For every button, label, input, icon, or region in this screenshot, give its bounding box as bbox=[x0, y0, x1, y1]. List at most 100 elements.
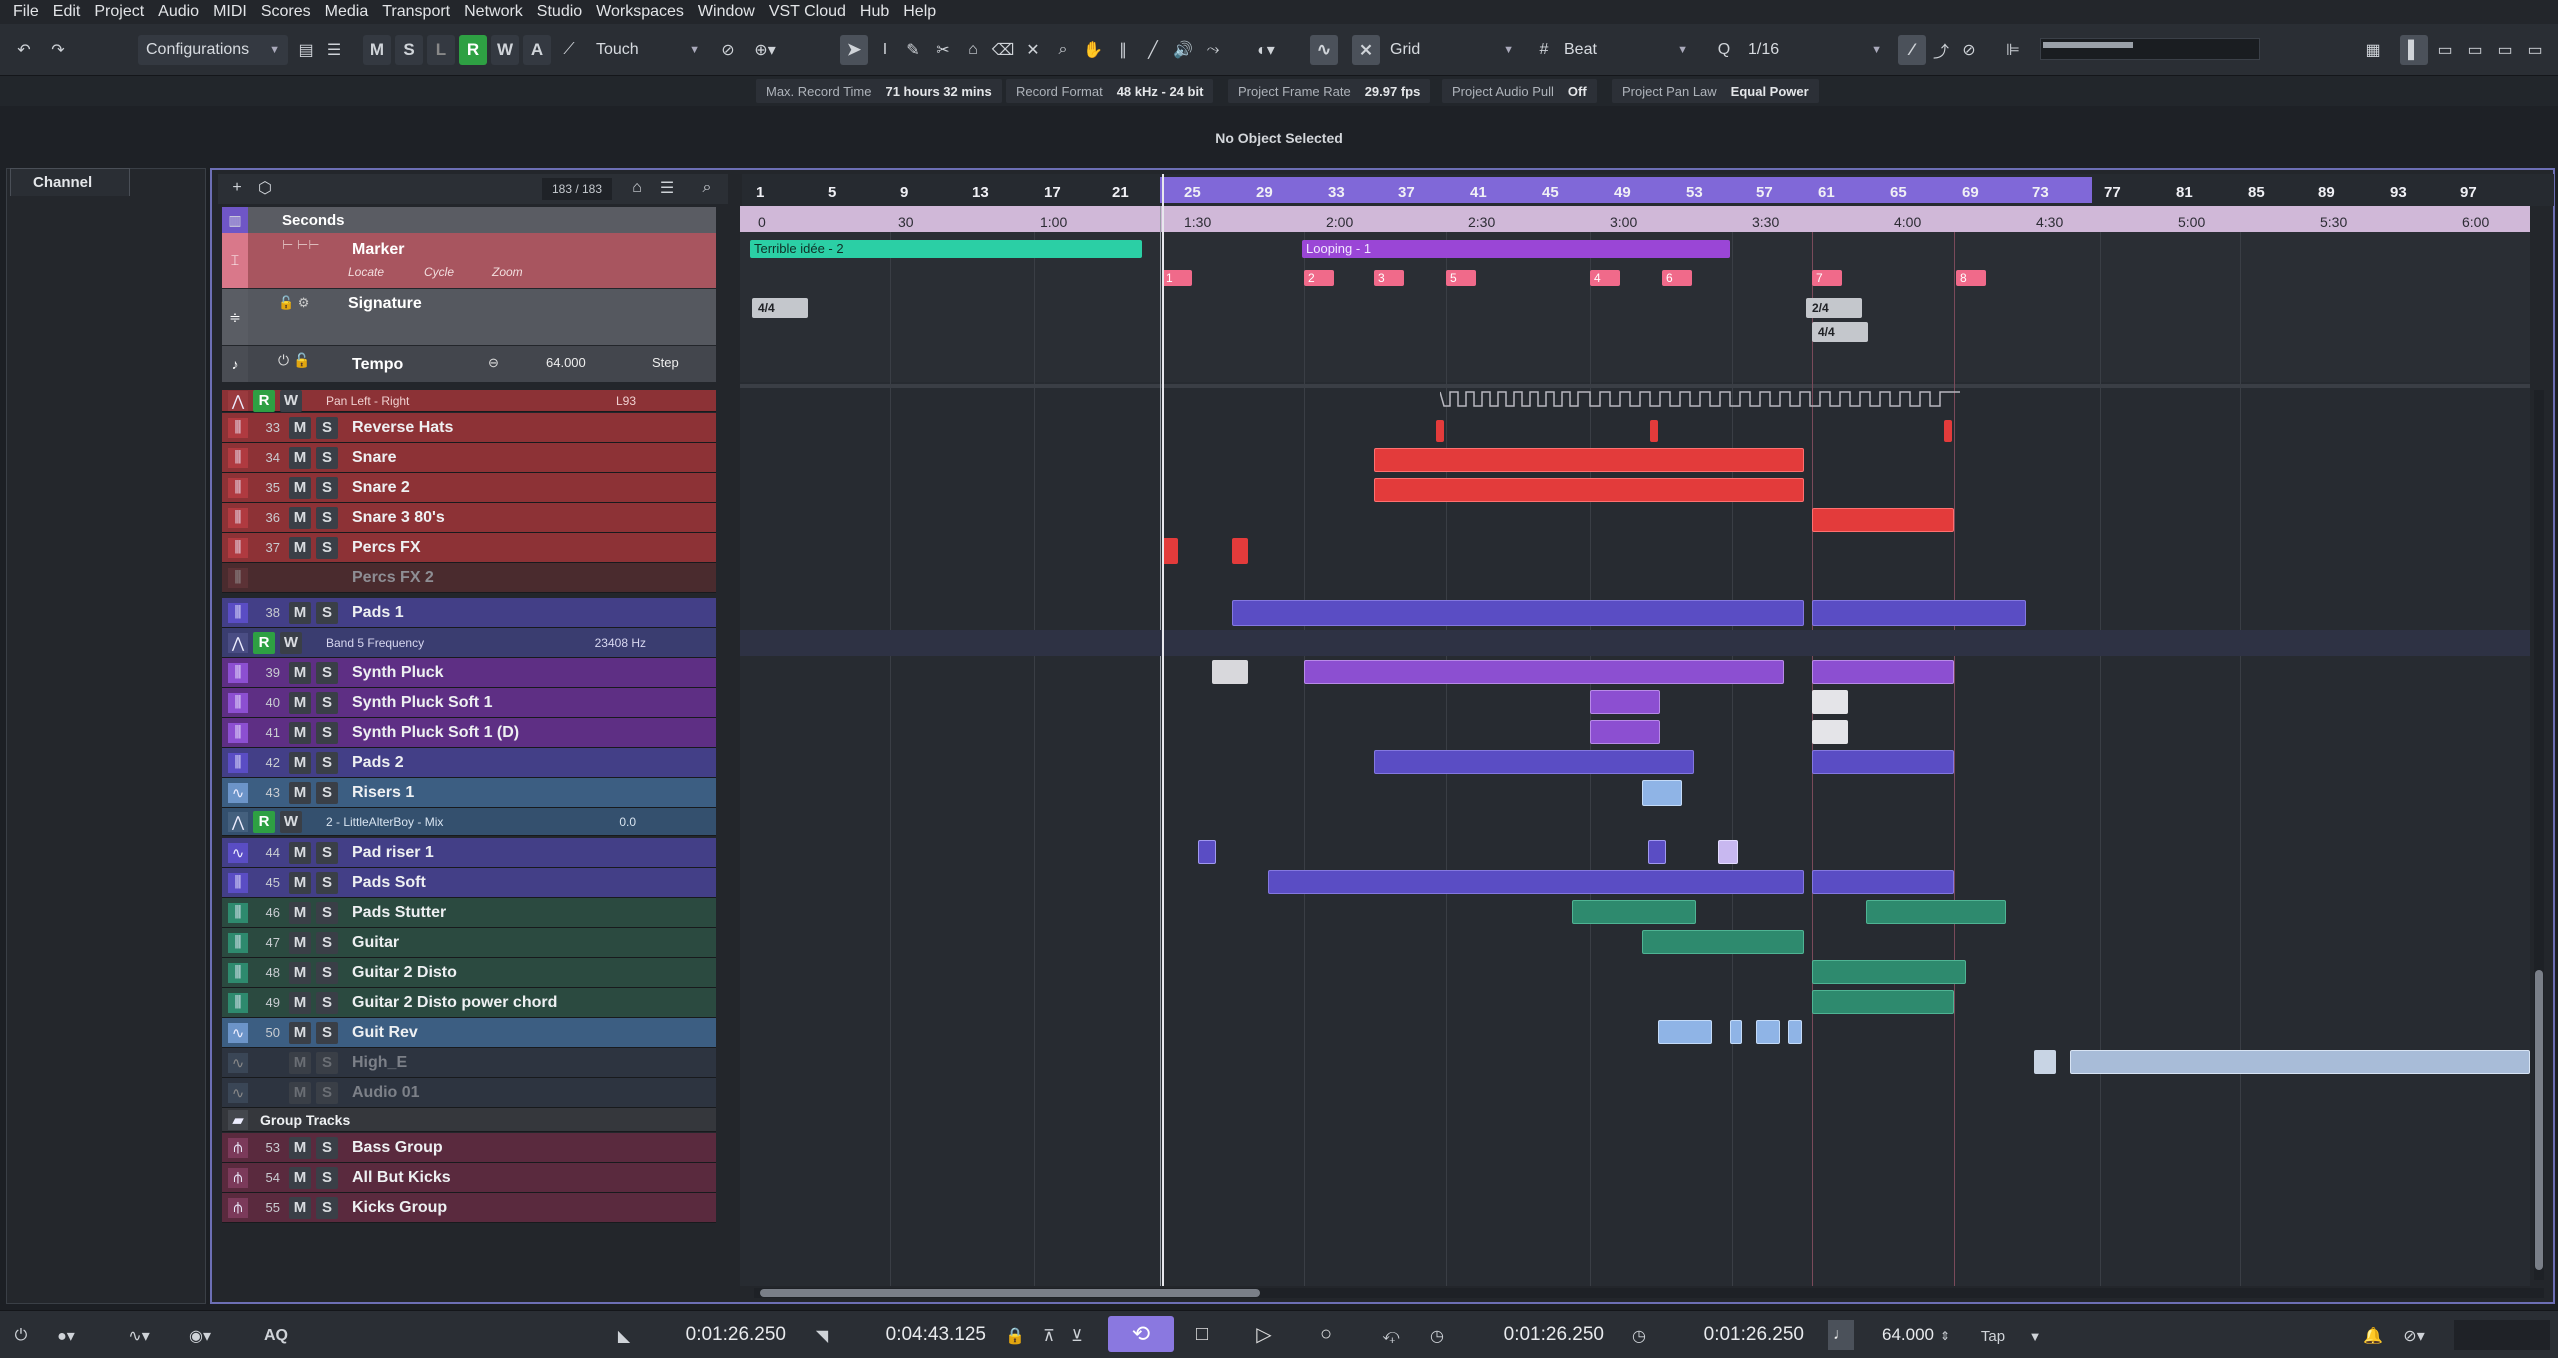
track-name[interactable]: Guit Rev bbox=[352, 1024, 418, 1042]
activate-global-button[interactable]: A bbox=[523, 35, 551, 65]
click-icon[interactable]: 🔔 bbox=[2360, 1320, 2386, 1352]
solo-button[interactable]: S bbox=[316, 536, 338, 559]
mute-tool-icon[interactable]: ✕ bbox=[1020, 34, 1046, 66]
solo-button[interactable]: S bbox=[316, 1166, 338, 1189]
grid-type-dropdown[interactable]: Beat ▼ bbox=[1556, 35, 1696, 65]
solo-button[interactable]: S bbox=[316, 1051, 338, 1074]
marker-cycle-dropdown[interactable]: Cycle bbox=[424, 265, 454, 279]
mute-button[interactable]: M bbox=[289, 721, 311, 744]
audio-event[interactable] bbox=[1648, 840, 1666, 864]
track-row[interactable]: ⫼ 49 M S Guitar 2 Disto power chord bbox=[222, 988, 716, 1018]
track-name[interactable]: Percs FX bbox=[352, 539, 420, 557]
mute-button[interactable]: M bbox=[289, 781, 311, 804]
right-zone-toggle-icon[interactable]: ▭ bbox=[2462, 34, 2488, 66]
go-to-marker-icon[interactable]: ⤽ bbox=[1378, 1320, 1404, 1352]
mute-button[interactable]: M bbox=[289, 536, 311, 559]
solo-button[interactable]: S bbox=[316, 1021, 338, 1044]
position-marker[interactable]: 1 bbox=[1162, 270, 1192, 286]
window-layout-icon[interactable]: ▤ bbox=[294, 34, 318, 66]
mute-button[interactable]: M bbox=[289, 841, 311, 864]
midi-part[interactable] bbox=[1866, 900, 2006, 924]
mute-global-button[interactable]: M bbox=[363, 35, 391, 65]
tempo-value[interactable]: 64.000 bbox=[546, 355, 586, 370]
primary-time-display[interactable]: 0:01:26.250 bbox=[1452, 1320, 1604, 1350]
folder-name[interactable]: Group Tracks bbox=[260, 1112, 350, 1128]
mute-button[interactable]: M bbox=[289, 931, 311, 954]
project-setup-icon[interactable]: ▦ bbox=[2360, 34, 2386, 66]
draw-tool-icon[interactable]: ✎ bbox=[900, 34, 926, 66]
add-track-icon[interactable]: + bbox=[226, 172, 248, 204]
mute-button[interactable]: M bbox=[289, 1166, 311, 1189]
quantize-apply-icon[interactable]: ⤴ bbox=[1928, 34, 1954, 66]
midi-part[interactable] bbox=[1304, 660, 1784, 684]
mute-button[interactable]: M bbox=[289, 691, 311, 714]
midi-part[interactable] bbox=[1590, 690, 1660, 714]
automation-value[interactable]: L93 bbox=[616, 394, 636, 408]
racks-toggle-icon[interactable]: ▭ bbox=[2492, 34, 2518, 66]
midi-part[interactable] bbox=[1812, 600, 2026, 626]
mute-button[interactable]: M bbox=[289, 601, 311, 624]
position-marker[interactable]: 5 bbox=[1446, 270, 1476, 286]
left-zone-toggle-icon[interactable]: ▌ bbox=[2400, 35, 2428, 65]
split-tool-icon[interactable]: ✂ bbox=[930, 34, 956, 66]
audio-event[interactable] bbox=[1642, 780, 1682, 806]
automation-mode-dropdown[interactable]: Touch ▼ bbox=[588, 35, 708, 65]
track-name[interactable]: Synth Pluck Soft 1 (D) bbox=[352, 724, 519, 742]
play-tool-icon[interactable]: 🔊 bbox=[1170, 34, 1196, 66]
auto-quantize-button[interactable]: AQ bbox=[256, 1320, 296, 1352]
info-frame-rate[interactable]: Project Frame Rate 29.97 fps bbox=[1228, 79, 1431, 103]
info-audio-pull[interactable]: Project Audio Pull Off bbox=[1442, 79, 1597, 103]
tempo-display[interactable]: 64.000 bbox=[1860, 1320, 1934, 1350]
position-marker[interactable]: 2 bbox=[1304, 270, 1334, 286]
automation-param-dropdown[interactable]: Pan Left - Right bbox=[326, 394, 409, 408]
track-row[interactable]: ⫛ 53 M S Bass Group bbox=[222, 1133, 716, 1163]
midi-part[interactable] bbox=[1162, 538, 1178, 564]
track-row[interactable]: ⫼ 36 M S Snare 3 80's bbox=[222, 503, 716, 533]
automation-value[interactable]: 0.0 bbox=[619, 815, 636, 829]
track-settings-icon[interactable]: ☰ bbox=[656, 172, 678, 204]
midi-part[interactable] bbox=[1590, 720, 1660, 744]
menu-midi[interactable]: MIDI bbox=[206, 0, 254, 24]
signature-event[interactable]: 2/4 bbox=[1806, 298, 1862, 318]
undo-icon[interactable]: ↶ bbox=[10, 34, 38, 66]
solo-button[interactable]: S bbox=[316, 1136, 338, 1159]
solo-button[interactable]: S bbox=[316, 1081, 338, 1104]
punch-lock-icon[interactable]: 🔒 bbox=[1002, 1320, 1028, 1352]
read-automation-button[interactable]: R bbox=[253, 389, 275, 412]
color-tool-icon[interactable]: ◐▾ bbox=[1246, 34, 1286, 66]
write-automation-button[interactable]: W bbox=[280, 389, 302, 412]
midi-part[interactable] bbox=[1812, 750, 1954, 774]
position-marker[interactable]: 6 bbox=[1662, 270, 1692, 286]
position-marker[interactable]: 7 bbox=[1812, 270, 1842, 286]
horizontal-scrollbar-thumb[interactable] bbox=[760, 1289, 1260, 1297]
automation-row-pan[interactable]: ⋀ R W Pan Left - Right L93 bbox=[222, 389, 716, 412]
tempo-stepper-icon[interactable]: ⇕ bbox=[1936, 1320, 1954, 1352]
track-row[interactable]: ⫼ 41 M S Synth Pluck Soft 1 (D) bbox=[222, 718, 716, 748]
track-name[interactable]: Reverse Hats bbox=[352, 419, 453, 437]
lower-zone-toggle-icon[interactable]: ▭ bbox=[2432, 34, 2458, 66]
object-select-tool-icon[interactable]: ➤ bbox=[840, 35, 868, 65]
menu-window[interactable]: Window bbox=[691, 0, 762, 24]
iterative-quantize-icon[interactable]: ⁄ bbox=[1898, 35, 1926, 65]
mute-button[interactable]: M bbox=[289, 961, 311, 984]
track-row[interactable]: ∿ M S Audio 01 bbox=[222, 1078, 716, 1108]
record-mode-icon[interactable]: ●▾ bbox=[46, 1320, 86, 1352]
window-toggle-icon[interactable]: ▭ bbox=[2522, 34, 2548, 66]
project-cursor[interactable] bbox=[1162, 174, 1164, 1286]
mute-button[interactable]: M bbox=[289, 871, 311, 894]
solo-button[interactable]: S bbox=[316, 1196, 338, 1219]
track-row[interactable]: ∿ M S High_E bbox=[222, 1048, 716, 1078]
tempo-track-toggle-icon[interactable]: ♩ bbox=[1828, 1320, 1854, 1350]
solo-button[interactable]: S bbox=[316, 931, 338, 954]
right-locator-time[interactable]: 0:04:43.125 bbox=[836, 1320, 986, 1350]
track-row[interactable]: ⫼ 47 M S Guitar bbox=[222, 928, 716, 958]
mute-button[interactable]: M bbox=[289, 1196, 311, 1219]
track-name[interactable]: Audio 01 bbox=[352, 1084, 420, 1102]
menu-studio[interactable]: Studio bbox=[530, 0, 589, 24]
mute-button[interactable]: M bbox=[289, 1081, 311, 1104]
write-global-button[interactable]: W bbox=[491, 35, 519, 65]
audio-record-icon[interactable]: ∿▾ bbox=[114, 1320, 164, 1352]
track-row[interactable]: ⫼ 35 M S Snare 2 bbox=[222, 473, 716, 503]
mute-button[interactable]: M bbox=[289, 446, 311, 469]
track-name[interactable]: Guitar bbox=[352, 934, 399, 952]
